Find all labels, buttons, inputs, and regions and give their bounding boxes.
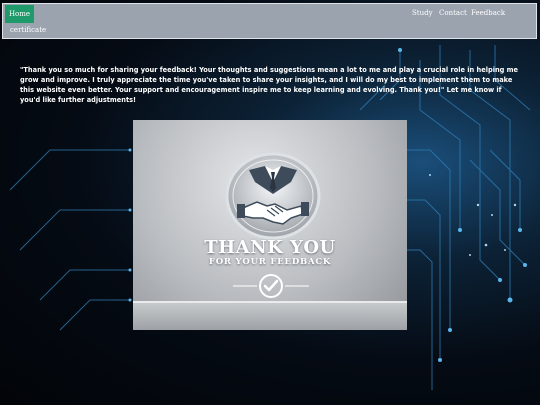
nav-certificate-link[interactable]: certificate: [10, 26, 46, 34]
thank-you-image: THANK YOU FOR YOUR FEEDBACK: [133, 120, 407, 330]
nav-study-link[interactable]: Study: [412, 9, 433, 17]
thank-you-message: "Thank you so much for sharing your feed…: [20, 66, 519, 104]
thank-you-subtitle: FOR YOUR FEEDBACK: [208, 257, 332, 267]
nav-feedback-link[interactable]: Feedback: [471, 9, 505, 17]
nav-home-link[interactable]: Home: [5, 5, 34, 23]
suit-handshake-emblem-icon: [225, 152, 321, 240]
thank-you-title: THANK YOU: [204, 237, 336, 258]
card-floor: [133, 303, 407, 330]
nav-contact-link[interactable]: Contact: [439, 9, 467, 17]
navbar: Home Study Contact Feedback certificate: [2, 3, 537, 39]
checkmark-circle-icon: [233, 274, 309, 298]
